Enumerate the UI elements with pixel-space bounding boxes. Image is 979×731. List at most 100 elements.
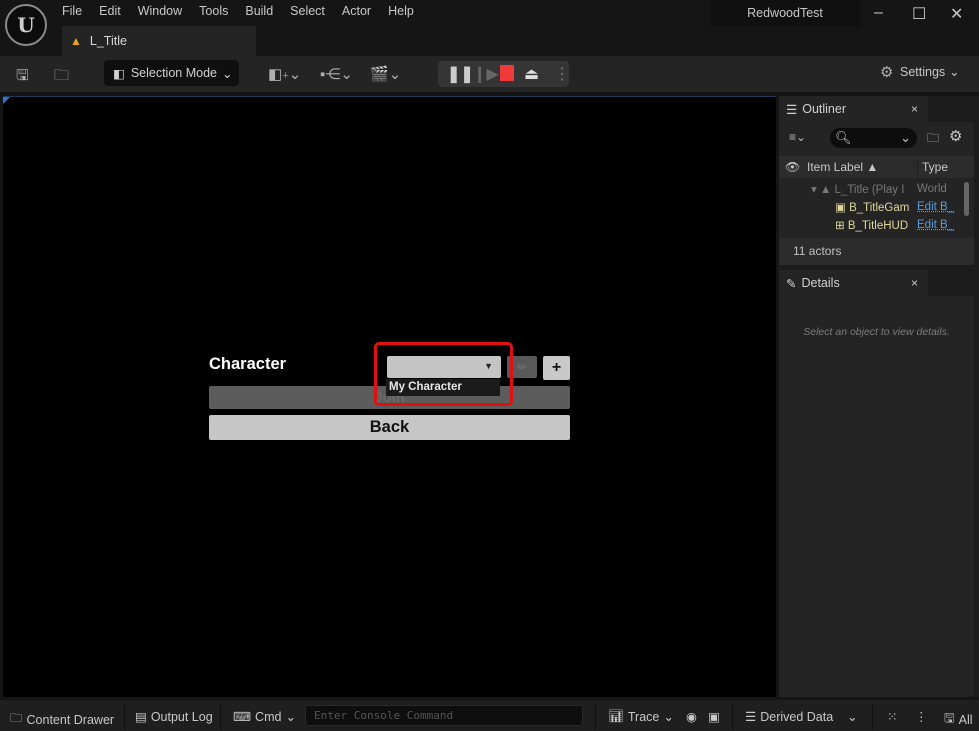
- row-type: World: [917, 183, 947, 195]
- chevron-down-icon: ⌄: [900, 130, 911, 145]
- search-icon: 🔍︎: [835, 130, 852, 145]
- outliner-row[interactable]: ⊞ B_TitleHUD Edit B_: [779, 216, 961, 234]
- filter-icon[interactable]: ≡⌄: [789, 130, 806, 144]
- unreal-logo-icon[interactable]: U: [5, 4, 47, 46]
- level-tab-label: L_Title: [89, 34, 127, 48]
- terminal-icon: ⌨: [233, 710, 252, 724]
- menu-actor[interactable]: Actor: [342, 4, 371, 18]
- menu-select[interactable]: Select: [290, 4, 325, 18]
- cmd-label: Cmd: [255, 709, 282, 724]
- more-icon[interactable]: ⋮: [915, 709, 928, 724]
- menu-file[interactable]: File: [62, 4, 82, 18]
- project-name: RedwoodTest: [710, 0, 860, 26]
- cmd-dropdown[interactable]: ⌨ Cmd ⌄: [233, 709, 296, 725]
- stop-icon[interactable]: [500, 65, 514, 81]
- column-type[interactable]: Type: [917, 160, 948, 174]
- chevron-down-icon: ⌄: [949, 65, 960, 79]
- level-icon: ▲: [70, 34, 82, 48]
- add-character-button[interactable]: +: [543, 356, 570, 380]
- details-tab[interactable]: ✎ Details ×: [779, 270, 928, 296]
- more-icon[interactable]: ⋮: [554, 64, 570, 84]
- add-actor-icon[interactable]: ◧+⌄: [268, 65, 301, 83]
- close-icon[interactable]: ✕: [950, 4, 963, 24]
- eject-icon[interactable]: ⏏: [524, 64, 539, 84]
- derived-data-dropdown[interactable]: ☰ Derived Data ⌄: [745, 709, 858, 725]
- menu-window[interactable]: Window: [138, 4, 182, 18]
- row-type-link[interactable]: Edit B_: [917, 219, 954, 231]
- save-icon[interactable]: 🖫: [16, 65, 29, 90]
- maximize-icon[interactable]: ☐: [912, 4, 926, 24]
- save-all-button[interactable]: 🖫 All: [944, 709, 973, 730]
- menu-tools[interactable]: Tools: [199, 4, 228, 18]
- record-icon[interactable]: ◉: [686, 709, 697, 724]
- outliner-row[interactable]: ▣ B_TitleGam Edit B_: [779, 198, 961, 216]
- chevron-down-icon: ⌄: [285, 710, 296, 724]
- add-folder-icon[interactable]: 🗀: [927, 129, 939, 150]
- trace-icon: 📊︎: [608, 709, 624, 723]
- divider: [220, 704, 221, 730]
- visibility-eye-icon[interactable]: 👁︎: [785, 160, 807, 174]
- outliner-row[interactable]: ▾ ▲ L_Title (Play I World: [779, 180, 961, 198]
- row-label: ▣ B_TitleGam: [835, 202, 910, 214]
- menu-build[interactable]: Build: [245, 4, 273, 18]
- menu-help[interactable]: Help: [388, 4, 414, 18]
- chevron-down-icon: ⌄: [663, 710, 674, 724]
- details-tab-label: Details: [801, 276, 840, 290]
- back-button[interactable]: Back: [209, 415, 570, 440]
- column-item-label[interactable]: Item Label ▲: [807, 160, 917, 174]
- trace-label: Trace: [627, 709, 660, 724]
- menu-edit[interactable]: Edit: [99, 4, 121, 18]
- output-log-label: Output Log: [150, 709, 213, 724]
- settings-label: Settings: [900, 64, 946, 79]
- trace-dropdown[interactable]: 📊︎ Trace ⌄: [608, 709, 674, 724]
- divider: [124, 704, 125, 730]
- close-outliner-icon[interactable]: ×: [911, 102, 918, 116]
- content-drawer-icon: 🗀: [10, 711, 23, 725]
- outliner-column-header: 👁︎ Item Label ▲ Type: [779, 156, 974, 178]
- row-label: ⊞ B_TitleHUD: [835, 220, 909, 232]
- settings-button[interactable]: Settings ⌄: [878, 64, 960, 80]
- outliner-search-input[interactable]: 🔍︎ ⌄: [830, 128, 917, 148]
- details-panel: Select an object to view details.: [779, 296, 974, 697]
- outliner-tab-label: Outliner: [802, 102, 846, 116]
- highlight-box: [374, 342, 513, 406]
- chevron-down-icon: ⌄: [221, 66, 233, 81]
- row-label: ▾ ▲ L_Title (Play I: [811, 184, 905, 196]
- details-icon: ✎: [786, 276, 797, 291]
- title-bar: U File Edit Window Tools Build Select Ac…: [0, 0, 979, 56]
- level-viewport[interactable]: Character Join Back ▼ My Character ✏ +: [3, 96, 776, 697]
- pencil-icon: ✏: [516, 360, 528, 374]
- row-type-link[interactable]: Edit B_: [917, 201, 954, 213]
- content-drawer-label: Content Drawer: [26, 712, 115, 727]
- side-panels: ☰ Outliner × ≡⌄ 🔍︎ ⌄ 🗀 ⚙ 👁︎ Item Label ▲…: [779, 96, 979, 697]
- content-drawer-button[interactable]: 🗀 Content Drawer: [10, 709, 114, 730]
- gear-icon[interactable]: ⚙: [949, 127, 962, 145]
- actor-count: 11 actors: [779, 238, 974, 265]
- cinematics-icon[interactable]: 🎬⌄: [370, 65, 401, 83]
- stats-icon[interactable]: ⁙: [887, 709, 897, 724]
- output-log-button[interactable]: ▤ Output Log: [135, 709, 213, 725]
- browse-icon[interactable]: 🗀: [54, 65, 69, 90]
- outliner-tab[interactable]: ☰ Outliner ×: [779, 96, 928, 122]
- character-label: Character: [209, 355, 287, 373]
- play-controls: ❚❚ ❙▶ ⏏ ⋮: [438, 61, 570, 87]
- close-details-icon[interactable]: ×: [911, 276, 918, 290]
- screenshot-icon[interactable]: ▣: [708, 709, 720, 724]
- chevron-down-icon: ⌄: [847, 710, 858, 724]
- outliner-scrollbar[interactable]: [964, 182, 969, 216]
- selection-mode-label: Selection Mode: [130, 66, 217, 80]
- divider: [872, 704, 873, 730]
- console-command-input[interactable]: Enter Console Command: [305, 705, 583, 726]
- selection-mode-dropdown[interactable]: ◧ Selection Mode ⌄: [104, 60, 239, 86]
- blueprint-icon[interactable]: ▪⋲⌄: [320, 65, 353, 83]
- selection-cursor-icon: ◧: [113, 66, 125, 81]
- derived-data-label: Derived Data: [760, 709, 834, 724]
- minimize-icon[interactable]: –: [874, 4, 883, 22]
- level-tab[interactable]: ▲ L_Title: [62, 26, 256, 56]
- save-all-label: All: [958, 712, 973, 727]
- menu-bar: File Edit Window Tools Build Select Acto…: [62, 4, 431, 18]
- output-log-icon: ▤: [135, 710, 147, 724]
- pause-icon[interactable]: ❚❚: [447, 64, 474, 84]
- outliner-icon: ☰: [786, 102, 798, 117]
- step-icon[interactable]: ❙▶: [473, 64, 499, 84]
